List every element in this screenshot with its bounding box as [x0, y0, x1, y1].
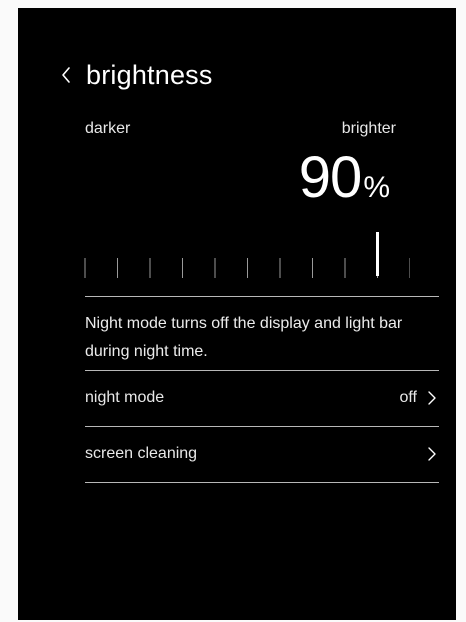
brightness-slider[interactable] [80, 230, 410, 280]
night-mode-row[interactable]: night mode off [85, 371, 439, 425]
device-screen: brightness darker brighter 90 % Night mo… [18, 8, 456, 620]
night-mode-description: Night mode turns off the display and lig… [85, 315, 403, 360]
page-frame: brightness darker brighter 90 % Night mo… [0, 0, 466, 622]
night-mode-value: off [399, 389, 418, 406]
divider [85, 296, 439, 297]
screen-cleaning-label: screen cleaning [85, 445, 198, 462]
chevron-right-icon [427, 389, 439, 407]
night-mode-label: night mode [85, 389, 165, 406]
brightness-value-number: 90 [298, 145, 363, 210]
chevron-right-icon [427, 445, 439, 463]
slider-max-label: brighter [341, 120, 396, 137]
page-title: brightness [86, 59, 213, 90]
brightness-value-unit: % [363, 171, 390, 204]
night-mode-value-group: off [400, 389, 440, 407]
divider [85, 482, 439, 483]
slider-min-label: darker [85, 120, 131, 137]
screen-cleaning-row[interactable]: screen cleaning [85, 427, 439, 481]
screen-cleaning-value-group [427, 445, 439, 463]
back-button[interactable]: brightness [60, 52, 230, 98]
brightness-slider-track[interactable] [80, 230, 410, 280]
chevron-left-icon[interactable] [60, 60, 78, 90]
brightness-value: 90 % [299, 142, 390, 214]
